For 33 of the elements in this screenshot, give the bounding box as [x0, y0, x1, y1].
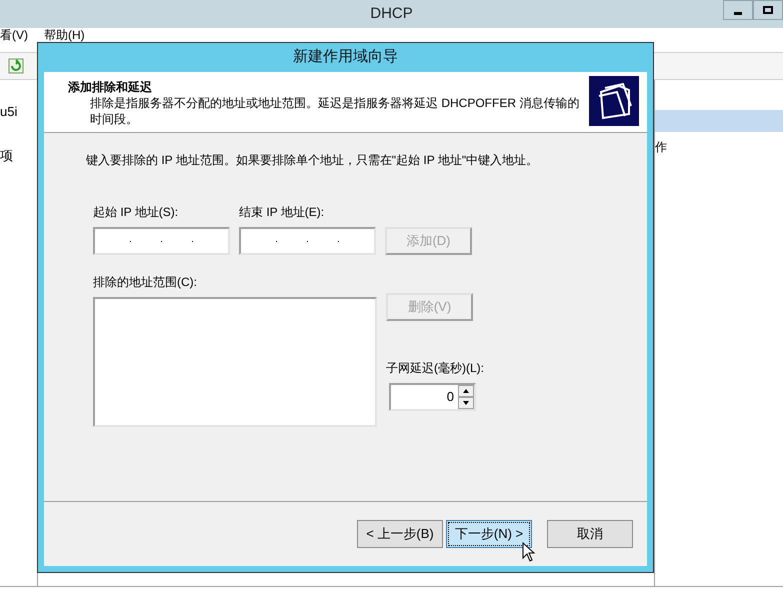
- excluded-ranges-list[interactable]: [93, 297, 377, 427]
- start-ip-field[interactable]: [93, 227, 230, 255]
- folders-icon: [589, 76, 639, 126]
- action-item[interactable]: 作: [655, 138, 783, 156]
- up-arrow-icon: [463, 389, 469, 393]
- spin-up-button[interactable]: [458, 385, 474, 397]
- delay-spinner[interactable]: 0: [389, 383, 476, 411]
- field-label: 子网延迟(毫秒)(L):: [386, 360, 484, 377]
- spin-down-button[interactable]: [458, 397, 474, 409]
- dialog-title: 新建作用域向导: [293, 47, 398, 68]
- end-ip-field[interactable]: [239, 227, 376, 255]
- tree-item[interactable]: 项: [0, 146, 37, 165]
- delay-value: 0: [446, 388, 455, 406]
- refresh-icon[interactable]: [8, 58, 24, 74]
- mouse-cursor-icon: [522, 542, 535, 562]
- menu-item[interactable]: 帮助(H): [44, 29, 85, 41]
- header-title: 添加排除和延迟: [68, 80, 153, 95]
- tree-item[interactable]: u5i: [0, 102, 37, 122]
- wizard-button[interactable]: 取消: [547, 520, 633, 548]
- menu-item[interactable]: 看(V): [0, 29, 28, 41]
- header-description: 排除是指服务器不分配的地址或地址范围。延迟是指服务器将延迟 DHCPOFFER 消息传输的时间段。: [89, 95, 580, 127]
- maximize-icon: [763, 6, 773, 14]
- window-title: DHCP: [370, 4, 413, 24]
- wizard-button[interactable]: < 上一步(B): [357, 520, 443, 548]
- wizard-button[interactable]: 下一步(N) >: [446, 520, 532, 548]
- field-label: 结束 IP 地址(E):: [239, 204, 326, 221]
- field-label: 起始 IP 地址(S):: [93, 204, 180, 221]
- field-label: 排除的地址范围(C):: [93, 274, 198, 291]
- maximize-button[interactable]: [753, 0, 783, 20]
- minimize-button[interactable]: [723, 0, 753, 20]
- down-arrow-icon: [463, 401, 469, 405]
- instruction-text: 键入要排除的 IP 地址范围。如果要排除单个地址，只需在"起始 IP 地址"中键入地址。: [85, 152, 540, 169]
- minimize-icon: [734, 12, 742, 14]
